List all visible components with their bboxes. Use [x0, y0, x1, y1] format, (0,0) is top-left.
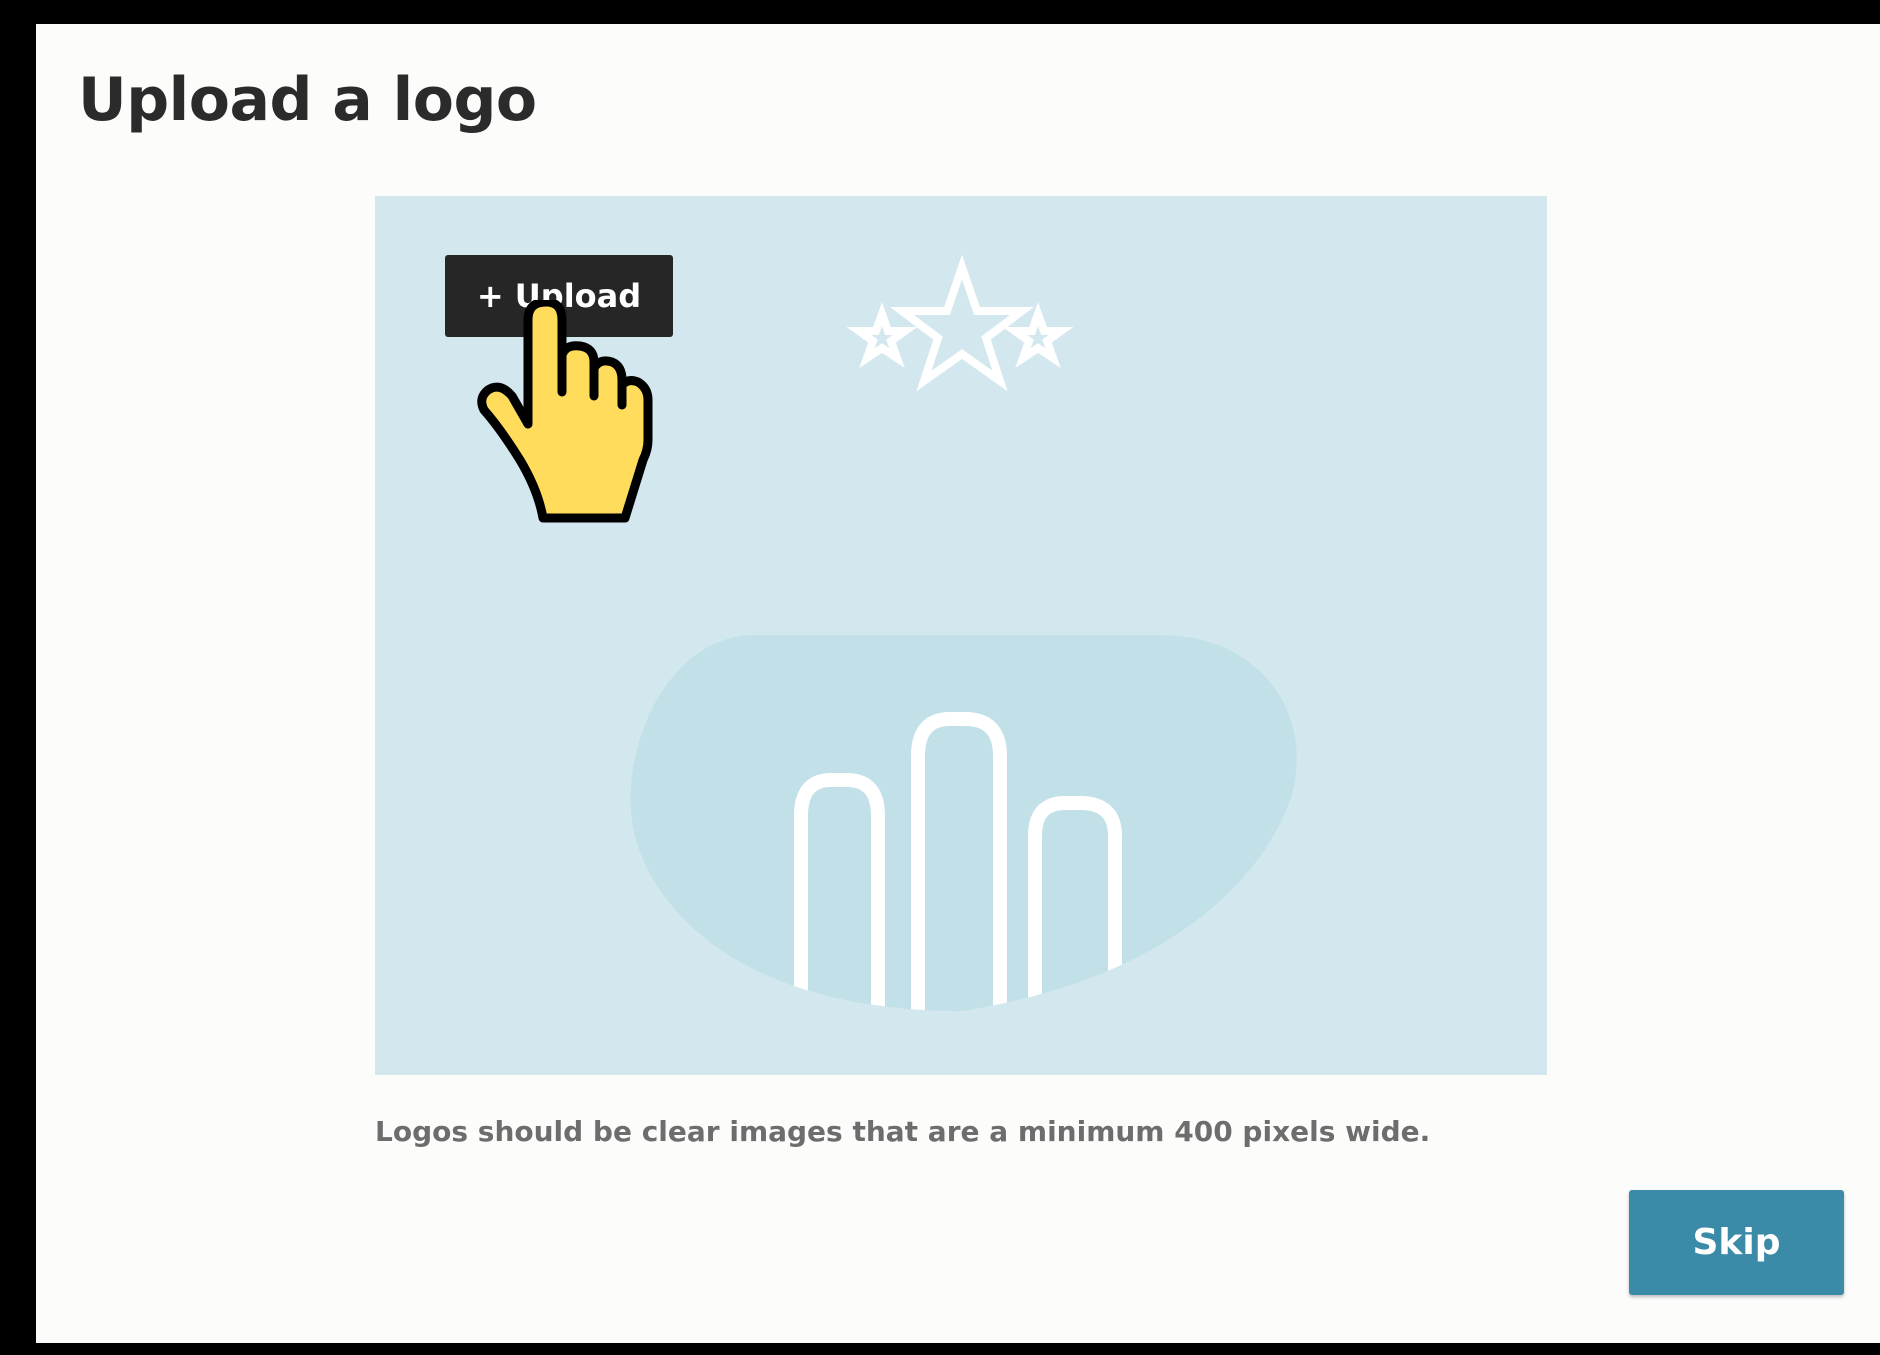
small-star-right-icon	[1002, 301, 1074, 368]
stars-icon	[846, 254, 1074, 392]
blob-shape	[630, 635, 1297, 1011]
page-title: Upload a logo	[78, 65, 537, 135]
pointing-hand-cursor-icon	[477, 300, 653, 523]
skip-button[interactable]: Skip	[1629, 1190, 1844, 1295]
logo-size-hint: Logos should be clear images that are a …	[375, 1115, 1431, 1148]
small-star-left-icon	[846, 301, 918, 368]
large-star-icon	[890, 254, 1034, 392]
